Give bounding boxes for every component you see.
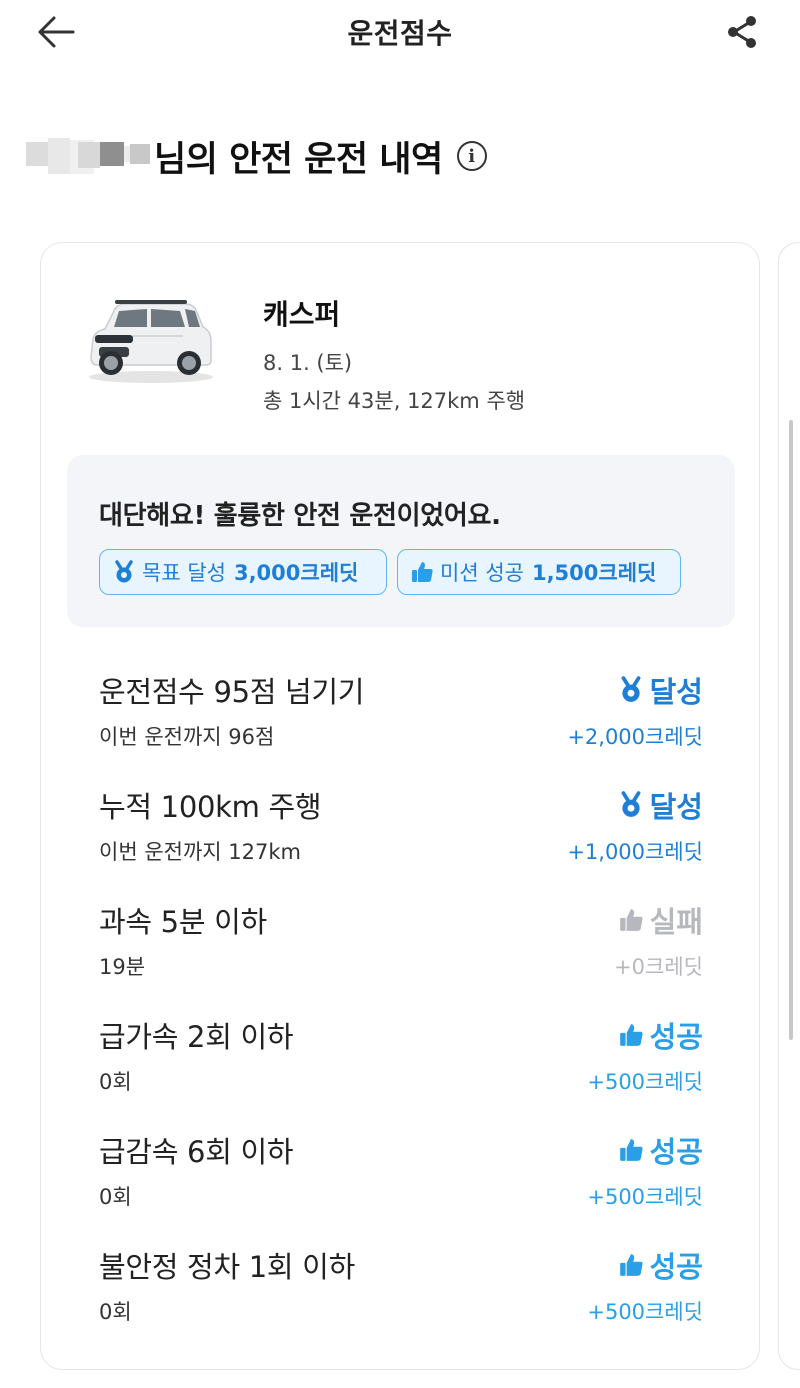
heading-text: 님의 안전 운전 내역 [154,139,443,180]
safe-driving-heading: 님의 안전 운전 내역 i [24,128,487,184]
top-bar: 운전점수 [0,0,800,66]
car-name: 캐스퍼 [263,298,341,331]
mission-status: 성공 [618,1129,703,1171]
mission-badge-credit: 1,500크레딧 [531,561,657,585]
mission-row: 급감속 6회 이하 0회 성공 +500크레딧 [99,1129,703,1225]
driving-summary-card: 캐스퍼 8. 1. (토) 총 1시간 43분, 127km 주행 대단해요! … [40,242,760,1370]
mission-success-badge: 미션 성공 1,500크레딧 [397,549,681,595]
thumbs-up-icon [618,1137,644,1163]
mission-detail: 이번 운전까지 127km [99,840,301,864]
page-title: 운전점수 [347,17,453,50]
praise-box: 대단해요! 훌륭한 안전 운전이었어요. 목표 달성 3,000크레딧 미션 성… [67,455,735,627]
goal-badge-label: 목표 달성 [142,561,226,585]
blurred-username [24,128,152,184]
mission-status: 달성 [618,784,703,826]
mission-status-label: 성공 [649,1135,703,1169]
mission-status: 성공 [618,1014,703,1056]
mission-detail: 이번 운전까지 96점 [99,725,275,749]
mission-credit: +500크레딧 [587,1185,703,1209]
drive-date: 8. 1. (토) [263,351,353,375]
mission-row: 누적 100km 주행이번 운전까지 127km 달성 +1,000크레딧 [99,784,703,880]
mission-credit: +0크레딧 [614,955,703,979]
mission-title: 과속 5분 이하 [99,905,267,939]
info-icon[interactable]: i [456,141,487,171]
mission-detail: 0회 [99,1185,132,1209]
medal-icon [618,791,644,819]
mission-status-label: 달성 [649,790,703,824]
mission-detail: 0회 [99,1070,132,1094]
mission-row: 운전점수 95점 넘기기이번 운전까지 96점 달성 +2,000크레딧 [99,669,703,765]
mission-status-label: 성공 [649,1250,703,1284]
mission-title: 불안정 정차 1회 이하 [99,1250,355,1284]
thumbs-up-icon [618,907,644,933]
drive-summary: 총 1시간 43분, 127km 주행 [263,389,526,413]
share-button[interactable] [720,10,764,54]
thumbs-up-icon [618,1022,644,1048]
mission-row: 과속 5분 이하 19분 실패 +0크레딧 [99,899,703,995]
mission-title: 운전점수 95점 넘기기 [99,675,365,709]
mission-badge-label: 미션 성공 [440,561,524,585]
mission-credit: +500크레딧 [587,1300,703,1324]
mission-title: 급가속 2회 이하 [99,1020,294,1054]
mission-status: 달성 [618,669,703,711]
mission-row: 불안정 정차 1회 이하 0회 성공 +500크레딧 [99,1244,703,1340]
mission-status: 성공 [618,1244,703,1286]
mission-title: 급감속 6회 이하 [99,1135,294,1169]
mission-status-label: 성공 [649,1020,703,1054]
mission-credit: +500크레딧 [587,1070,703,1094]
mission-credit: +2,000크레딧 [567,725,703,749]
mission-detail: 0회 [99,1300,132,1324]
mission-title: 누적 100km 주행 [99,790,322,824]
mission-credit: +1,000크레딧 [567,840,703,864]
scrollbar[interactable] [789,420,793,1040]
car-image [89,300,213,383]
thumbs-up-icon [410,560,434,584]
goal-badge-credit: 3,000크레딧 [233,561,359,585]
thumbs-up-icon [618,1252,644,1278]
medal-icon [112,560,136,584]
share-icon [728,16,756,48]
mission-detail: 19분 [99,955,146,979]
mission-status: 실패 [618,899,703,941]
mission-status-label: 실패 [649,905,703,939]
goal-achieved-badge: 목표 달성 3,000크레딧 [99,549,387,595]
mission-row: 급가속 2회 이하 0회 성공 +500크레딧 [99,1014,703,1110]
mission-status-label: 달성 [649,675,703,709]
medal-icon [618,676,644,704]
praise-message: 대단해요! 훌륭한 안전 운전이었어요. [99,501,501,531]
